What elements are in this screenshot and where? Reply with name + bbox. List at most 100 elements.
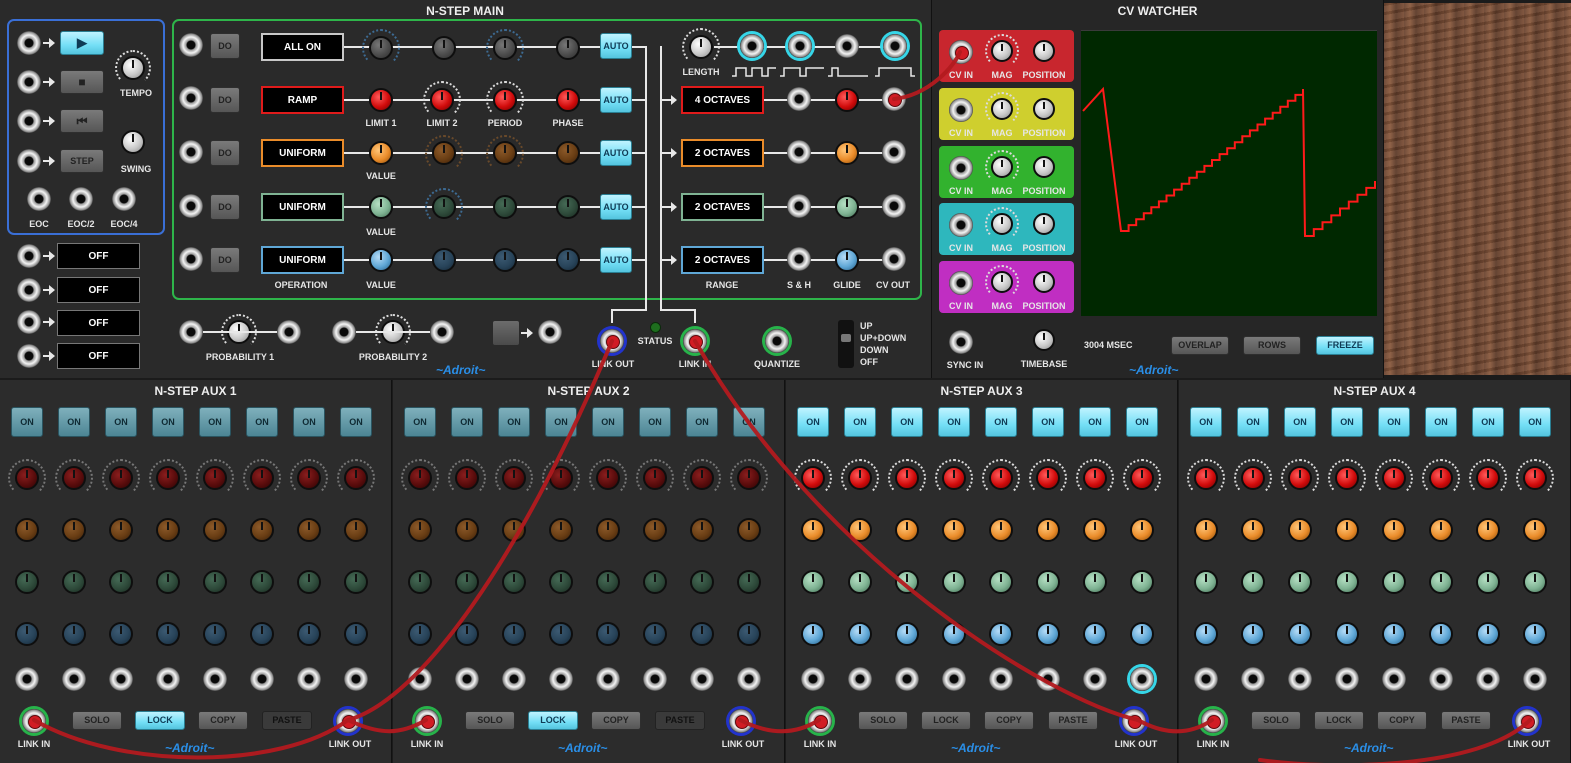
aux-paste-button[interactable]: PASTE xyxy=(1048,711,1098,730)
step-knob[interactable] xyxy=(848,518,872,542)
aux-lock-button[interactable]: LOCK xyxy=(921,711,971,730)
cv-in-jack[interactable] xyxy=(949,156,973,180)
cv-out-jack[interactable] xyxy=(882,194,906,218)
mag-knob[interactable] xyxy=(991,213,1013,235)
step-knob[interactable] xyxy=(250,518,274,542)
quantize-button[interactable] xyxy=(765,329,789,353)
freeze-button[interactable]: FREEZE xyxy=(1316,336,1374,355)
row3-knob-3[interactable] xyxy=(493,141,517,165)
step-knob[interactable] xyxy=(801,570,825,594)
step-knob[interactable] xyxy=(549,570,573,594)
auto-button[interactable]: AUTO xyxy=(600,87,632,113)
step-knob[interactable] xyxy=(549,518,573,542)
step-knob[interactable] xyxy=(1382,466,1406,490)
gate-out-jack[interactable] xyxy=(835,34,859,58)
mag-knob[interactable] xyxy=(991,98,1013,120)
auto-button[interactable]: AUTO xyxy=(600,140,632,166)
step-gate-jack[interactable] xyxy=(1476,667,1500,691)
mode-display[interactable]: RAMP xyxy=(261,86,344,114)
step-knob[interactable] xyxy=(408,570,432,594)
step-knob[interactable] xyxy=(203,518,227,542)
glide-knob[interactable] xyxy=(835,195,859,219)
step-knob[interactable] xyxy=(942,570,966,594)
off-button[interactable]: OFF xyxy=(57,277,140,303)
phase-knob[interactable] xyxy=(556,88,580,112)
aux-copy-button[interactable]: COPY xyxy=(591,711,641,730)
step-knob[interactable] xyxy=(942,466,966,490)
sync-in-jack[interactable] xyxy=(949,330,973,354)
step-on-button[interactable]: ON xyxy=(686,407,718,437)
step-knob[interactable] xyxy=(1194,466,1218,490)
step-knob[interactable] xyxy=(1523,518,1547,542)
step-gate-jack[interactable] xyxy=(690,667,714,691)
step-gate-jack[interactable] xyxy=(942,667,966,691)
step-gate-jack[interactable] xyxy=(1382,667,1406,691)
step-knob[interactable] xyxy=(502,570,526,594)
glide-knob[interactable] xyxy=(835,141,859,165)
step-on-button[interactable]: ON xyxy=(1126,407,1158,437)
mag-knob[interactable] xyxy=(991,156,1013,178)
step-knob[interactable] xyxy=(1130,466,1154,490)
row5-knob-4[interactable] xyxy=(556,248,580,272)
step-knob[interactable] xyxy=(643,570,667,594)
eoc4-jack[interactable] xyxy=(112,187,136,211)
step-knob[interactable] xyxy=(297,466,321,490)
aux-solo-button[interactable]: SOLO xyxy=(465,711,515,730)
value-knob[interactable] xyxy=(369,141,393,165)
step-knob[interactable] xyxy=(1382,518,1406,542)
cv-out-jack[interactable] xyxy=(882,140,906,164)
step-knob[interactable] xyxy=(1194,518,1218,542)
step-gate-jack[interactable] xyxy=(895,667,919,691)
mag-knob[interactable] xyxy=(991,40,1013,62)
step-gate-jack[interactable] xyxy=(156,667,180,691)
step-gate-jack[interactable] xyxy=(344,667,368,691)
row1-knob-3[interactable] xyxy=(493,36,517,60)
aux-copy-button[interactable]: COPY xyxy=(1377,711,1427,730)
step-knob[interactable] xyxy=(1335,622,1359,646)
step-knob[interactable] xyxy=(596,622,620,646)
step-gate-jack[interactable] xyxy=(549,667,573,691)
step-gate-jack[interactable] xyxy=(737,667,761,691)
step-gate-jack[interactable] xyxy=(203,667,227,691)
sh-jack[interactable] xyxy=(787,247,811,271)
step-knob[interactable] xyxy=(1036,622,1060,646)
row-trigger-jack[interactable] xyxy=(179,140,203,164)
step-gate-jack[interactable] xyxy=(643,667,667,691)
step-on-button[interactable]: ON xyxy=(1331,407,1363,437)
do-button[interactable]: DO xyxy=(210,33,240,59)
step-knob[interactable] xyxy=(1523,570,1547,594)
sh-jack[interactable] xyxy=(787,87,811,111)
step-gate-jack[interactable] xyxy=(1523,667,1547,691)
step-on-button[interactable]: ON xyxy=(1472,407,1504,437)
step-gate-jack[interactable] xyxy=(15,667,39,691)
step-knob[interactable] xyxy=(62,570,86,594)
auto-button[interactable]: AUTO xyxy=(600,33,632,59)
aux-paste-button[interactable]: PASTE xyxy=(1441,711,1491,730)
step-on-button[interactable]: ON xyxy=(498,407,530,437)
step-knob[interactable] xyxy=(895,466,919,490)
glide-mode-switch[interactable] xyxy=(838,320,854,368)
auto-button[interactable]: AUTO xyxy=(600,194,632,220)
step-knob[interactable] xyxy=(1335,570,1359,594)
step-knob[interactable] xyxy=(690,518,714,542)
step-knob[interactable] xyxy=(203,570,227,594)
step-knob[interactable] xyxy=(62,518,86,542)
mute-jack[interactable] xyxy=(17,244,41,268)
step-knob[interactable] xyxy=(109,466,133,490)
step-knob[interactable] xyxy=(15,518,39,542)
step-knob[interactable] xyxy=(1288,622,1312,646)
row-trigger-jack[interactable] xyxy=(179,194,203,218)
auto-button[interactable]: AUTO xyxy=(600,247,632,273)
step-knob[interactable] xyxy=(1429,622,1453,646)
step-gate-jack[interactable] xyxy=(848,667,872,691)
step-knob[interactable] xyxy=(1476,466,1500,490)
step-knob[interactable] xyxy=(1382,570,1406,594)
mute-jack[interactable] xyxy=(17,344,41,368)
row5-knob-3[interactable] xyxy=(493,248,517,272)
step-knob[interactable] xyxy=(737,518,761,542)
row3-knob-2[interactable] xyxy=(432,141,456,165)
step-knob[interactable] xyxy=(1194,570,1218,594)
step-knob[interactable] xyxy=(737,466,761,490)
row1-knob-4[interactable] xyxy=(556,36,580,60)
step-knob[interactable] xyxy=(690,622,714,646)
